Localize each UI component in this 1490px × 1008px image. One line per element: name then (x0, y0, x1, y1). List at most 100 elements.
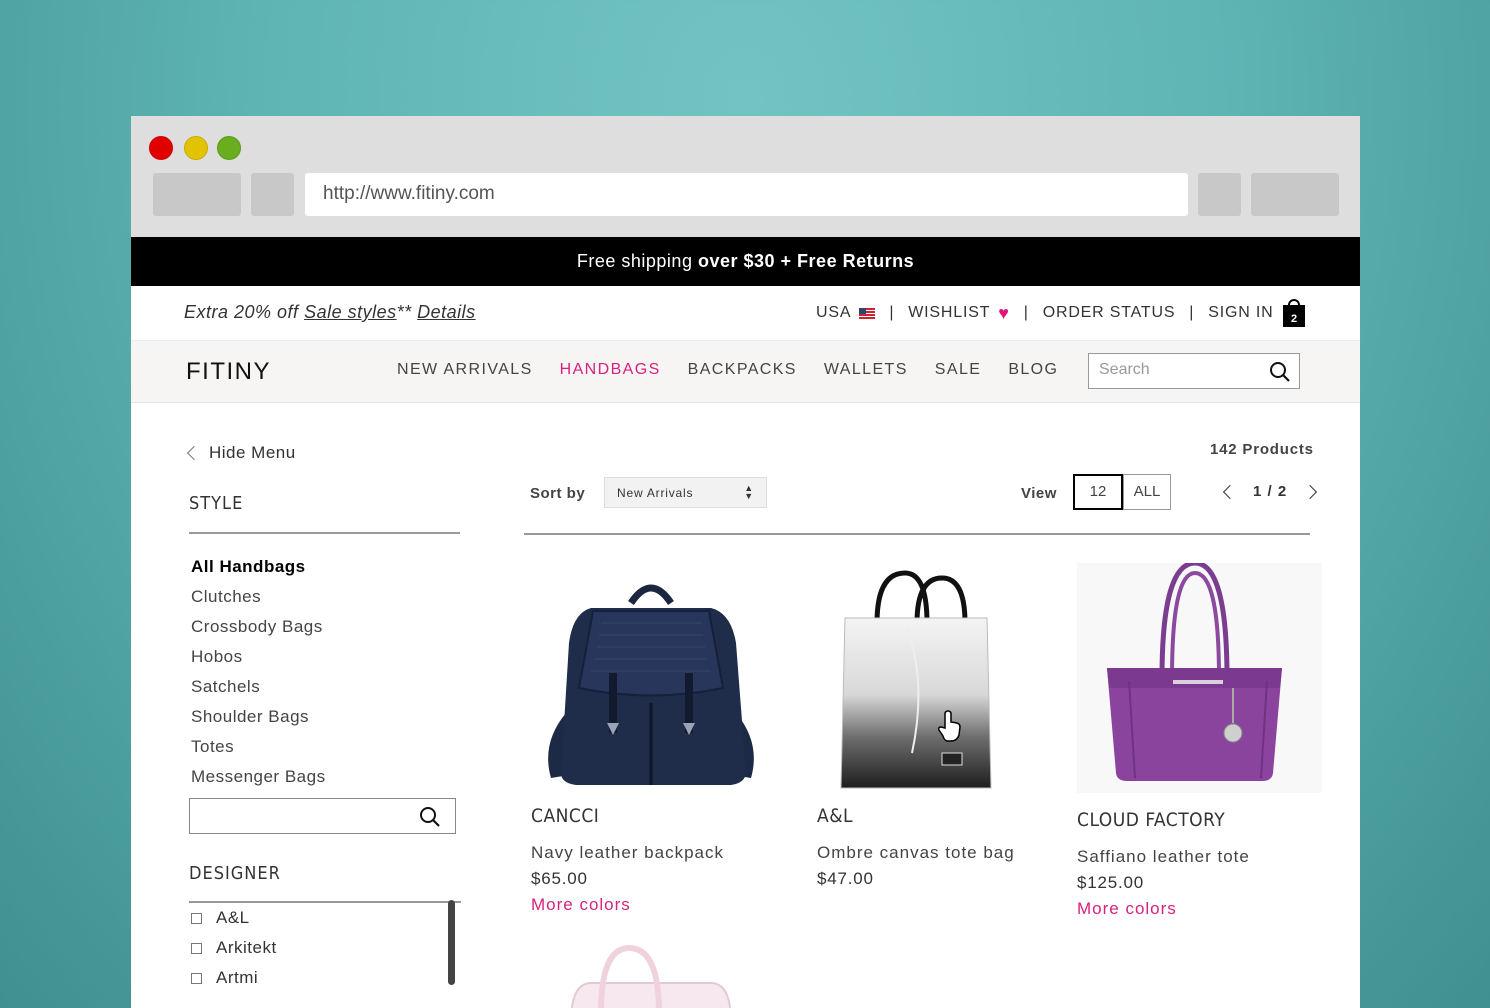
us-flag-icon (859, 307, 876, 319)
site-logo[interactable]: FITINY (186, 358, 271, 386)
product-brand[interactable]: CLOUD FACTORY (1077, 809, 1322, 831)
product-brand[interactable]: A&L (817, 805, 1057, 827)
more-colors-link[interactable]: More colors (531, 895, 771, 915)
backpack-image (548, 584, 754, 785)
cart-count: 2 (1290, 313, 1298, 325)
promo-lead: Free shipping (576, 251, 693, 271)
heart-icon[interactable]: ♥ (998, 303, 1010, 324)
nav-item-sale[interactable]: SALE (935, 361, 982, 379)
designer-item[interactable]: A&L (191, 903, 277, 933)
style-item-satchels[interactable]: Satchels (191, 677, 326, 707)
chevron-left-icon[interactable] (1222, 484, 1238, 499)
url-bar[interactable]: http://www.fitiny.com (305, 173, 1188, 216)
sort-arrows-icon: ▲ ▼ (744, 483, 754, 501)
site-search-input[interactable]: Search (1088, 353, 1300, 389)
separator: | (1023, 304, 1029, 321)
maximize-window-button[interactable] (217, 136, 241, 160)
designer-list: A&L Arkitekt Artmi (191, 903, 277, 993)
product-card[interactable] (531, 943, 771, 1008)
product-name[interactable]: Ombre canvas tote bag (817, 843, 1057, 863)
designer-label: Arkitekt (216, 938, 277, 957)
style-item-shoulder-bags[interactable]: Shoulder Bags (191, 707, 326, 737)
sale-promo: Extra 20% off Sale styles** Details (184, 302, 476, 323)
browser-window: http://www.fitiny.com Free shipping over… (131, 116, 1360, 1008)
designer-search-input[interactable] (189, 798, 456, 834)
product-brand[interactable]: CANCCI (531, 805, 771, 827)
wishlist-link[interactable]: WISHLIST (908, 304, 990, 322)
designer-scrollbar[interactable] (448, 900, 455, 985)
nav-item-handbags[interactable]: HANDBAGS (560, 361, 661, 379)
product-image[interactable] (1077, 560, 1322, 793)
product-price: $65.00 (531, 869, 588, 888)
chevron-right-icon[interactable] (1303, 484, 1318, 499)
hide-menu-button[interactable]: Hide Menu (186, 443, 296, 463)
style-list: All Handbags Clutches Crossbody Bags Hob… (191, 557, 326, 797)
style-item-all-handbags[interactable]: All Handbags (191, 557, 326, 587)
sale-promo-text: Extra 20% off (184, 302, 299, 322)
style-item-totes[interactable]: Totes (191, 737, 326, 767)
back-button[interactable] (153, 173, 241, 216)
nav-item-blog[interactable]: BLOG (1008, 361, 1058, 379)
product-image[interactable] (817, 563, 1057, 793)
designer-item[interactable]: Artmi (191, 963, 277, 993)
sort-select[interactable]: New Arrivals ▲ ▼ (604, 477, 767, 508)
promo-banner: Free shipping over $30 + Free Returns (131, 237, 1360, 286)
product-name[interactable]: Saffiano leather tote (1077, 847, 1322, 867)
purple-tote-image (1107, 560, 1282, 781)
product-count: 142 Products (1210, 441, 1314, 458)
product-price: $47.00 (817, 869, 874, 888)
designer-checkbox[interactable] (191, 972, 202, 984)
product-card[interactable]: A&L Ombre canvas tote bag $47.00 (817, 563, 1057, 889)
separator: | (1189, 304, 1195, 321)
bookmark-button[interactable] (1198, 173, 1241, 216)
product-card[interactable]: CANCCI Navy leather backpack $65.00 More… (531, 563, 771, 915)
country-selector[interactable]: USA (816, 304, 851, 322)
search-icon[interactable] (1269, 361, 1291, 383)
nav-item-new-arrivals[interactable]: NEW ARRIVALS (397, 361, 533, 379)
product-card[interactable]: CLOUD FACTORY Saffiano leather tote $125… (1077, 560, 1322, 919)
sign-in-link[interactable]: SIGN IN (1208, 304, 1273, 322)
menu-button[interactable] (1251, 173, 1339, 216)
pink-bag-image[interactable] (531, 943, 771, 1008)
hide-menu-label: Hide Menu (209, 443, 296, 462)
browser-chrome: http://www.fitiny.com (131, 116, 1360, 237)
divider (189, 532, 460, 534)
designer-filter-title: DESIGNER (189, 863, 281, 884)
nav-item-backpacks[interactable]: BACKPACKS (688, 361, 797, 379)
nav-menu: NEW ARRIVALS HANDBAGS BACKPACKS WALLETS … (397, 361, 1085, 379)
sale-styles-link[interactable]: Sale styles (304, 302, 397, 322)
minimize-window-button[interactable] (184, 136, 208, 160)
product-name[interactable]: Navy leather backpack (531, 843, 771, 863)
utility-bar: Extra 20% off Sale styles** Details USA … (131, 286, 1360, 341)
search-icon[interactable] (419, 806, 441, 828)
style-item-hobos[interactable]: Hobos (191, 647, 326, 677)
view-all-button[interactable]: ALL (1123, 474, 1171, 510)
chevron-left-icon (186, 445, 202, 461)
view-12-button[interactable]: 12 (1073, 474, 1123, 510)
details-link[interactable]: Details (417, 302, 476, 322)
main-navigation: FITINY NEW ARRIVALS HANDBAGS BACKPACKS W… (131, 341, 1360, 403)
forward-button[interactable] (251, 173, 294, 216)
utility-links: USA | WISHLIST ♥ | ORDER STATUS | SIGN I… (816, 298, 1306, 328)
designer-label: Artmi (216, 968, 259, 987)
order-status-link[interactable]: ORDER STATUS (1043, 304, 1176, 322)
designer-item[interactable]: Arkitekt (191, 933, 277, 963)
more-colors-link[interactable]: More colors (1077, 899, 1322, 919)
promo-bold: over $30 + Free Returns (697, 251, 915, 271)
separator: | (889, 304, 895, 321)
designer-checkbox[interactable] (191, 912, 202, 924)
style-item-clutches[interactable]: Clutches (191, 587, 326, 617)
designer-label: A&L (216, 908, 250, 927)
nav-item-wallets[interactable]: WALLETS (824, 361, 908, 379)
product-image[interactable] (531, 563, 771, 793)
page-content: Hide Menu STYLE All Handbags Clutches Cr… (131, 403, 1360, 1008)
style-filter-title: STYLE (189, 493, 244, 514)
style-item-crossbody-bags[interactable]: Crossbody Bags (191, 617, 326, 647)
page-indicator: 1 / 2 (1253, 483, 1288, 500)
close-window-button[interactable] (149, 136, 173, 160)
style-item-messenger-bags[interactable]: Messenger Bags (191, 767, 326, 797)
designer-checkbox[interactable] (191, 942, 202, 954)
sale-asterisks: ** (396, 302, 412, 322)
shopping-bag-icon[interactable]: 2 (1283, 299, 1306, 327)
sort-label: Sort by (530, 485, 586, 502)
